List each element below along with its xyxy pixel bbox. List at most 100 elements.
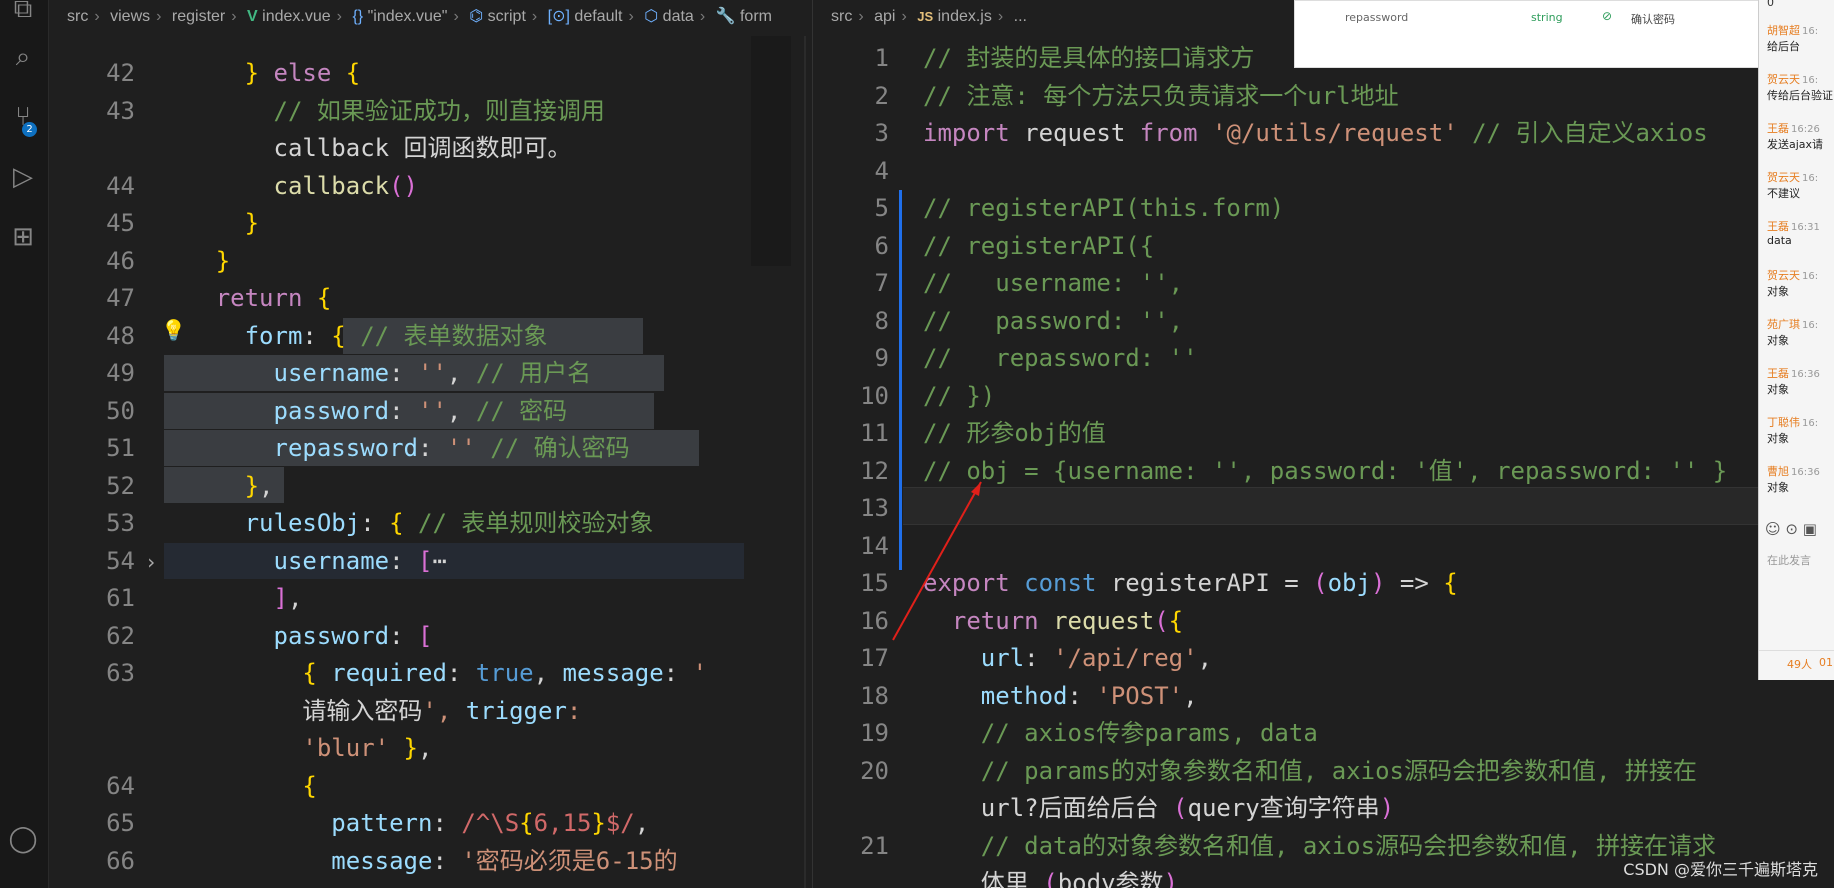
code-line[interactable]: 4 — [813, 153, 1834, 191]
code-line[interactable]: callback 回调函数即可。 — [49, 130, 811, 168]
extensions-icon[interactable]: ⊞ — [6, 220, 40, 254]
left-editor[interactable]: src › views › register › V index.vue › {} "i… — [49, 0, 811, 888]
code-line[interactable]: 65 pattern: /^\S{6,15}$/, — [49, 805, 811, 843]
crumb-views[interactable]: views — [110, 8, 150, 25]
crumb-form[interactable]: form — [740, 8, 772, 25]
code-line[interactable]: 63 { required: true, message: ' — [49, 655, 811, 693]
code-line[interactable]: 61 ], — [49, 580, 811, 618]
crumb-vue-string[interactable]: "index.vue" — [368, 8, 448, 25]
code-line[interactable]: 48 form: { // 表单数据对象 — [49, 318, 811, 356]
code-line[interactable]: 53 rulesObj: { // 表单规则校验对象 — [49, 505, 811, 543]
code-line[interactable]: 66 message: '密码必须是6-15的 — [49, 843, 811, 881]
code-line[interactable]: 45 } — [49, 205, 811, 243]
code-line[interactable]: 5 // registerAPI(this.form) — [813, 190, 1834, 228]
code-text[interactable]: export const registerAPI = (obj) => { — [923, 565, 1458, 603]
code-line[interactable]: 8 // password: '', — [813, 303, 1834, 341]
code-text[interactable]: username: [⋯ — [129, 543, 447, 581]
code-line[interactable]: 14 — [813, 528, 1834, 566]
search-icon[interactable]: ⌕ — [6, 40, 40, 74]
code-line[interactable]: 请输入密码', trigger: — [49, 693, 811, 731]
code-text[interactable]: // params的对象参数名和值, axios源码会把参数和值, 拼接在 — [923, 753, 1697, 791]
crumb-api[interactable]: api — [874, 8, 895, 25]
code-line[interactable]: 50 password: '', // 密码 — [49, 393, 811, 431]
code-text[interactable]: // repassword: '' — [923, 340, 1198, 378]
code-line[interactable]: 11 // 形参obj的值 — [813, 415, 1834, 453]
code-text[interactable]: // username: '', — [923, 265, 1183, 303]
code-text[interactable]: } — [129, 205, 259, 243]
explorer-icon[interactable]: ⧉ — [6, 0, 40, 26]
code-line[interactable]: 18 method: 'POST', — [813, 678, 1834, 716]
minimap[interactable] — [751, 36, 791, 266]
code-text[interactable]: }, — [129, 468, 274, 506]
code-text[interactable]: callback() — [129, 168, 419, 206]
code-line[interactable]: 17 url: '/api/reg', — [813, 640, 1834, 678]
code-line[interactable]: 51 repassword: '' // 确认密码 — [49, 430, 811, 468]
account-icon[interactable]: ◯ — [6, 822, 40, 856]
crumb-default[interactable]: default — [574, 8, 622, 25]
code-text[interactable]: 'blur' }, — [129, 730, 432, 768]
code-line[interactable]: 43 // 如果验证成功，则直接调用 — [49, 93, 811, 131]
code-line[interactable]: 49 username: '', // 用户名 — [49, 355, 811, 393]
code-text[interactable]: // 形参obj的值 — [923, 415, 1106, 453]
run-debug-icon[interactable]: ▷ — [6, 160, 40, 194]
code-line[interactable]: 2 // 注意: 每个方法只负责请求一个url地址 — [813, 78, 1834, 116]
code-text[interactable]: import request from '@/utils/request' //… — [923, 115, 1708, 153]
code-text[interactable]: // axios传参params, data — [923, 715, 1318, 753]
code-text[interactable]: return request({ — [923, 603, 1183, 641]
crumb-more[interactable]: ... — [1014, 8, 1027, 25]
code-line[interactable]: 52 }, — [49, 468, 811, 506]
code-text[interactable]: // registerAPI({ — [923, 228, 1154, 266]
crumb-file[interactable]: index.vue — [262, 8, 331, 25]
code-text[interactable]: // 封装的是具体的接口请求方 — [923, 40, 1254, 78]
code-text[interactable]: return { — [129, 280, 332, 318]
code-line[interactable]: 15 export const registerAPI = (obj) => { — [813, 565, 1834, 603]
code-line[interactable]: 13 — [813, 490, 1834, 528]
code-text[interactable]: url?后面给后台 (query查询字符串) — [923, 790, 1394, 828]
code-text[interactable]: username: '', // 用户名 — [129, 355, 592, 393]
code-text[interactable]: method: 'POST', — [923, 678, 1198, 716]
code-line[interactable]: 19 // axios传参params, data — [813, 715, 1834, 753]
code-text[interactable]: // registerAPI(this.form) — [923, 190, 1284, 228]
code-text[interactable]: password: [ — [129, 618, 433, 656]
code-line[interactable]: 54 username: [⋯ — [49, 543, 811, 581]
code-line[interactable]: 9 // repassword: '' — [813, 340, 1834, 378]
code-text[interactable]: // password: '', — [923, 303, 1183, 341]
crumb-src[interactable]: src — [67, 8, 88, 25]
chat-input[interactable]: 在此发言 — [1767, 552, 1811, 568]
code-text[interactable]: { — [129, 768, 316, 806]
code-text[interactable]: { required: true, message: ' — [129, 655, 707, 693]
crumb-script[interactable]: script — [488, 8, 526, 25]
code-text[interactable]: // 注意: 每个方法只负责请求一个url地址 — [923, 78, 1399, 116]
code-text[interactable]: } — [129, 243, 230, 281]
code-text[interactable]: // 如果验证成功，则直接调用 — [129, 93, 605, 131]
code-text[interactable]: // data的对象参数名和值, axios源码会把参数和值, 拼接在请求 — [923, 828, 1716, 866]
code-text[interactable]: password: '', // 密码 — [129, 393, 568, 431]
code-line[interactable]: 'blur' }, — [49, 730, 811, 768]
code-line[interactable]: 6 // registerAPI({ — [813, 228, 1834, 266]
right-editor[interactable]: src › api › JS index.js › ... 1// 封装的是具体的接口… — [812, 0, 1834, 888]
code-text[interactable]: // }) — [923, 378, 995, 416]
crumb-file[interactable]: index.js — [938, 8, 992, 25]
code-text[interactable]: 体里 (body参数) — [923, 865, 1178, 888]
code-line[interactable]: 42 } else { — [49, 55, 811, 93]
code-line[interactable]: 16 return request({ — [813, 603, 1834, 641]
code-line[interactable]: 20 // params的对象参数名和值, axios源码会把参数和值, 拼接在 — [813, 753, 1834, 791]
emoji-icon[interactable]: ☺ ⊙ ▣ — [1765, 520, 1817, 538]
crumb-src[interactable]: src — [831, 8, 852, 25]
crumb-register[interactable]: register — [172, 8, 225, 25]
code-text[interactable]: } else { — [129, 55, 361, 93]
code-line[interactable]: 3 import request from '@/utils/request' /… — [813, 115, 1834, 153]
code-line[interactable]: url?后面给后台 (query查询字符串) — [813, 790, 1834, 828]
code-text[interactable]: // obj = {username: '', password: '值', r… — [923, 453, 1727, 491]
code-line[interactable]: 62 password: [ — [49, 618, 811, 656]
crumb-data[interactable]: data — [663, 8, 694, 25]
code-line[interactable]: 12 // obj = {username: '', password: '值',… — [813, 453, 1834, 491]
code-text[interactable]: form: { // 表单数据对象 — [129, 318, 548, 356]
code-text[interactable]: url: '/api/reg', — [923, 640, 1212, 678]
code-line[interactable]: 7 // username: '', — [813, 265, 1834, 303]
code-line[interactable]: 10 // }) — [813, 378, 1834, 416]
code-text[interactable]: callback 回调函数即可。 — [129, 130, 571, 168]
code-line[interactable]: 44 callback() — [49, 168, 811, 206]
code-line[interactable]: 64 { — [49, 768, 811, 806]
code-line[interactable]: 46 } — [49, 243, 811, 281]
